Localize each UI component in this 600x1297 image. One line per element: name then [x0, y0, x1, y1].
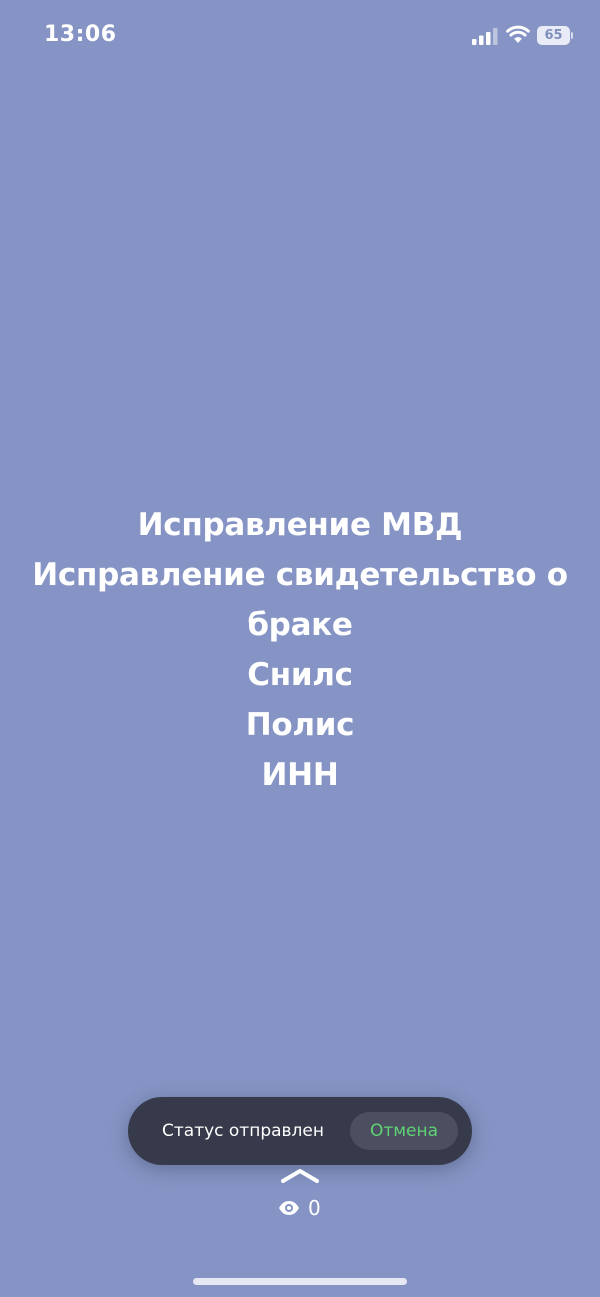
battery-tip: [571, 32, 573, 39]
story-line: ИНН: [261, 757, 339, 793]
status-sent-toast: Статус отправлен Отмена: [128, 1097, 472, 1165]
signal-icon: [472, 28, 498, 45]
undo-button[interactable]: Отмена: [350, 1112, 458, 1150]
story-line: Исправление свидетельство о: [32, 557, 568, 593]
story-text: Исправление МВД Исправление свидетельств…: [30, 500, 570, 800]
status-bar: 13:06 65: [0, 0, 600, 72]
views-counter[interactable]: 0: [278, 1196, 321, 1220]
toast-message: Статус отправлен: [162, 1121, 324, 1141]
chevron-up-icon[interactable]: [280, 1168, 320, 1184]
story-line: Снилс: [247, 657, 353, 693]
eye-icon: [279, 1201, 299, 1215]
story-line: Исправление МВД: [137, 507, 463, 543]
views-count: 0: [308, 1196, 321, 1220]
story-line: Полис: [245, 707, 355, 743]
wifi-icon: [506, 25, 530, 43]
status-time: 13:06: [44, 22, 117, 47]
battery-icon: 65: [537, 26, 573, 45]
story-line: браке: [247, 607, 353, 643]
battery-level: 65: [544, 28, 563, 43]
home-indicator[interactable]: [193, 1278, 407, 1285]
